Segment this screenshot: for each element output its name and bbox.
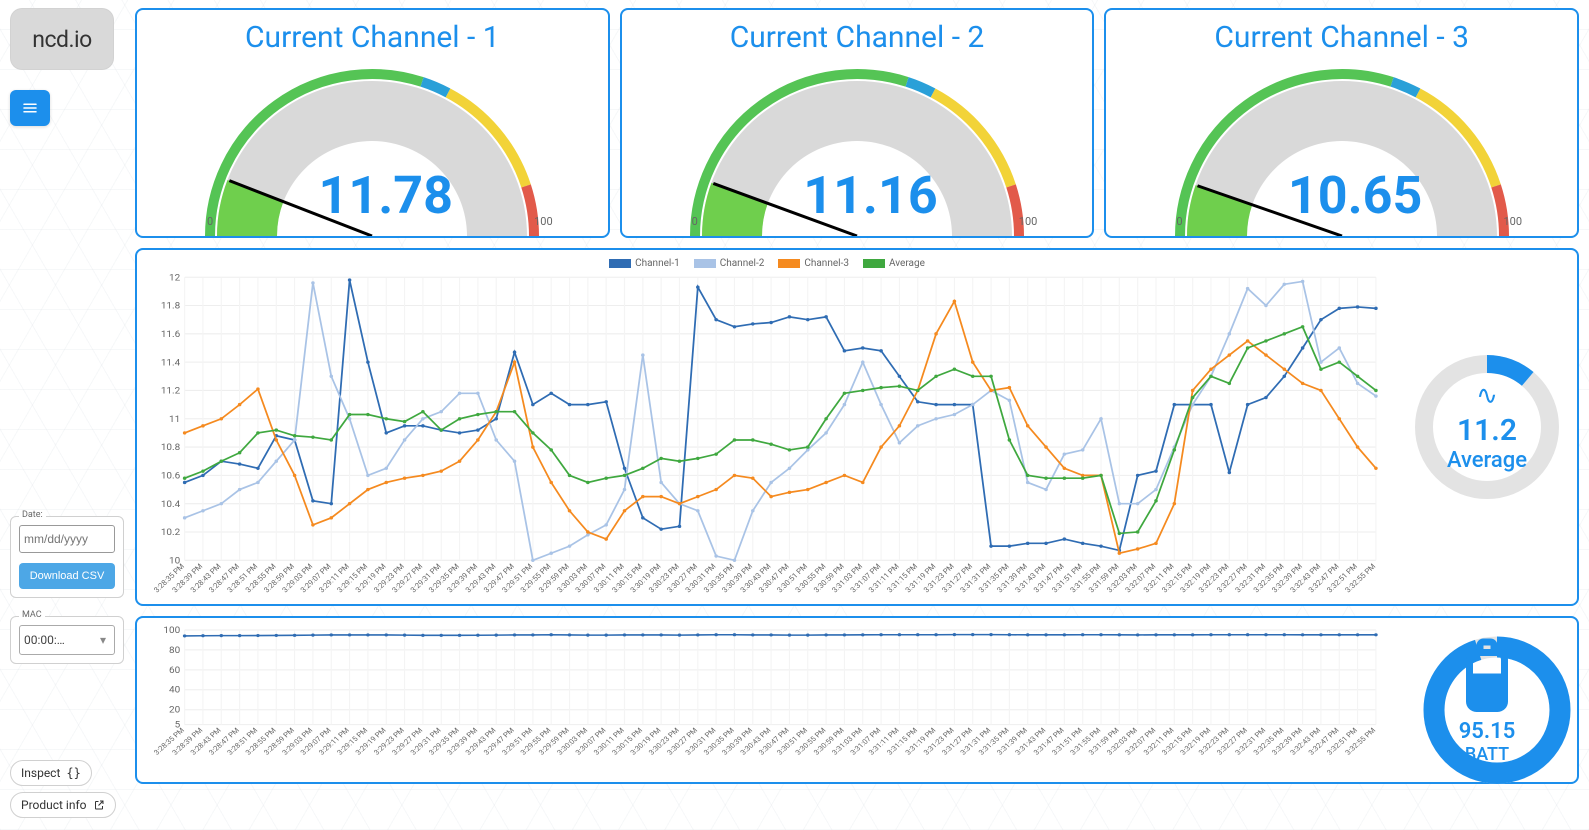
inspect-button[interactable]: Inspect {} xyxy=(10,760,92,786)
battery-icon xyxy=(1412,635,1562,719)
average-label: Average xyxy=(1447,448,1527,473)
date-label: Date: xyxy=(19,510,46,520)
chart-legend: Channel-1 Channel-2 Channel-3 Average xyxy=(147,258,1387,269)
svg-text:40: 40 xyxy=(169,685,180,695)
svg-text:10.6: 10.6 xyxy=(161,471,180,482)
battery-chart-plot: 5204060801003:28:35 PM3:28:39 PM3:28:43 … xyxy=(137,618,1397,782)
svg-text:12: 12 xyxy=(169,273,181,283)
svg-text:100: 100 xyxy=(163,626,180,636)
gauge-title: Current Channel - 2 xyxy=(622,20,1093,55)
battery-value: 95.15 xyxy=(1459,719,1516,744)
external-link-icon xyxy=(93,799,105,811)
svg-text:11.6: 11.6 xyxy=(161,329,180,340)
chevron-down-icon: ▾ xyxy=(100,633,106,647)
gauge-title: Current Channel - 1 xyxy=(137,20,608,55)
gauge-row: Current Channel - 1 0 100 11.78 Current … xyxy=(135,8,1579,238)
line-chart-card: Channel-1 Channel-2 Channel-3 Average 10… xyxy=(135,248,1579,606)
svg-text:20: 20 xyxy=(169,705,180,715)
battery-donut-side: 95.15 BATT xyxy=(1397,618,1577,782)
svg-text:10.4: 10.4 xyxy=(161,499,181,510)
bottom-pills: Inspect {} Product info xyxy=(10,754,124,818)
gauge-value: 11.16 xyxy=(803,165,937,226)
product-info-button[interactable]: Product info xyxy=(10,792,116,818)
svg-text:80: 80 xyxy=(169,645,180,655)
svg-text:10.2: 10.2 xyxy=(161,527,181,538)
hamburger-icon xyxy=(21,99,39,117)
gauge-channel-3: Current Channel - 3 0 100 10.65 xyxy=(1104,8,1579,238)
line-chart-plot: Channel-1 Channel-2 Channel-3 Average 10… xyxy=(137,250,1397,604)
svg-text:60: 60 xyxy=(169,665,180,675)
mac-select-value: 00:00:… xyxy=(24,633,65,647)
svg-text:10.8: 10.8 xyxy=(161,442,180,453)
svg-text:11.8: 11.8 xyxy=(161,301,180,312)
average-value: 11.2 xyxy=(1457,413,1517,448)
mac-panel: MAC 00:00:… ▾ xyxy=(10,616,124,664)
battery-chart-card: 5204060801003:28:35 PM3:28:39 PM3:28:43 … xyxy=(135,616,1579,784)
svg-text:11.4: 11.4 xyxy=(161,358,181,369)
braces-icon: {} xyxy=(66,766,80,780)
date-input[interactable] xyxy=(19,525,115,553)
gauge-value: 11.78 xyxy=(319,165,453,226)
average-donut: ∿ 11.2 Average xyxy=(1412,352,1562,502)
mac-label: MAC xyxy=(19,610,45,620)
mac-select[interactable]: 00:00:… ▾ xyxy=(19,625,115,655)
gauge-channel-2: Current Channel - 2 0 100 11.16 xyxy=(620,8,1095,238)
gauge-value: 10.65 xyxy=(1288,165,1422,226)
average-donut-side: ∿ 11.2 Average xyxy=(1397,250,1577,604)
logo: ncd.io xyxy=(10,8,114,70)
date-panel: Date: Download CSV xyxy=(10,516,124,598)
svg-text:11: 11 xyxy=(169,414,180,425)
menu-toggle-button[interactable] xyxy=(10,90,50,126)
gauge-title: Current Channel - 3 xyxy=(1106,20,1577,55)
battery-label: BATT xyxy=(1465,744,1509,765)
download-csv-button[interactable]: Download CSV xyxy=(19,563,115,589)
gauge-channel-1: Current Channel - 1 0 100 11.78 xyxy=(135,8,610,238)
svg-text:11.2: 11.2 xyxy=(161,386,181,397)
battery-donut: 95.15 BATT xyxy=(1422,635,1552,765)
wave-icon: ∿ xyxy=(1476,381,1498,411)
